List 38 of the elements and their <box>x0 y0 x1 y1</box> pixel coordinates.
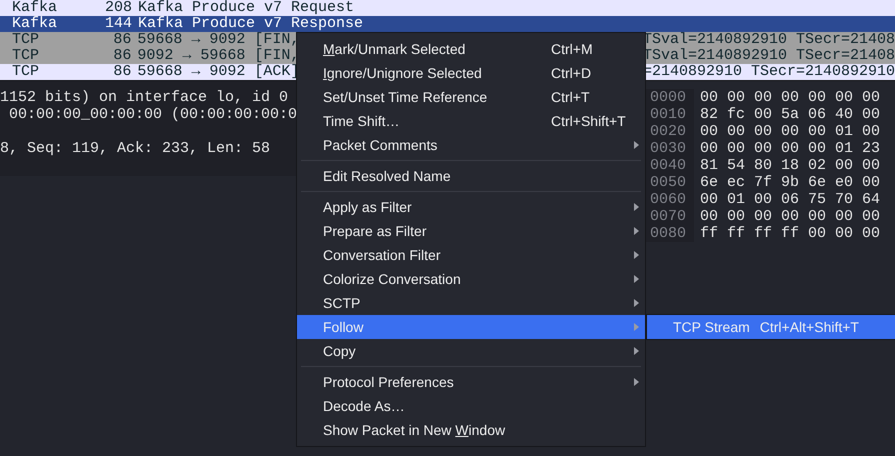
info-cell: Kafka Produce v7 Request <box>138 0 354 16</box>
info-cell: TSval=2140892910 TSecr=21408 <box>642 48 895 64</box>
protocol-cell-text: TCP <box>11 48 40 64</box>
hex-bytes: 00 00 00 00 00 01 00 <box>699 123 880 140</box>
byte-offset: 0080 <box>646 225 694 242</box>
hex-bytes: 00 00 00 00 00 00 00 <box>699 208 880 225</box>
length-cell-text: 208 <box>104 0 132 16</box>
hex-bytes: 00 01 00 06 75 70 64 <box>699 191 880 208</box>
info-cell: 9092 → 59668 [FIN, <box>137 48 300 64</box>
hex-bytes: 81 54 80 18 02 00 00 <box>699 157 880 174</box>
detail-line: 00:00:00_00:00:00 (00:00:00:00:0 <box>8 106 298 123</box>
protocol-cell-text: TCP <box>11 32 40 48</box>
protocol-cell-text: TCP <box>11 64 40 80</box>
info-cell: =2140892910 TSecr=2140892910 <box>642 64 895 80</box>
hex-bytes: ff ff ff ff 00 00 00 <box>699 225 880 242</box>
detail-line: 8, Seq: 119, Ack: 233, Len: 58 <box>0 140 270 157</box>
length-cell-text: 144 <box>104 16 132 32</box>
length-cell-text: 86 <box>112 64 132 80</box>
byte-offset: 0020 <box>646 123 694 140</box>
byte-offset: 0000 <box>646 89 694 106</box>
length-cell-text: 86 <box>112 32 132 48</box>
hex-bytes: 6e ec 7f 9b 6e e0 00 <box>699 174 880 191</box>
detail-line: 1152 bits) on interface lo, id 0 <box>0 89 288 106</box>
byte-offset: 0070 <box>646 208 694 225</box>
length-cell-text: 86 <box>112 48 132 64</box>
byte-offset: 0060 <box>646 191 694 208</box>
protocol-cell-text: Kafka <box>11 0 58 16</box>
hex-bytes: 82 fc 00 5a 06 40 00 <box>699 106 880 123</box>
hex-bytes: 00 00 00 00 00 00 00 <box>699 89 880 106</box>
byte-offset: 0010 <box>646 106 694 123</box>
hex-bytes: 00 00 00 00 00 01 23 <box>699 140 880 157</box>
byte-offset: 0050 <box>646 174 694 191</box>
info-cell: TSval=2140892910 TSecr=21408 <box>642 32 895 48</box>
info-cell: 59668 → 9092 [FIN, <box>137 32 300 48</box>
byte-offset: 0030 <box>646 140 694 157</box>
protocol-cell-text: Kafka <box>11 16 58 32</box>
info-cell: Kafka Produce v7 Response <box>138 16 364 32</box>
byte-offset: 0040 <box>646 157 694 174</box>
